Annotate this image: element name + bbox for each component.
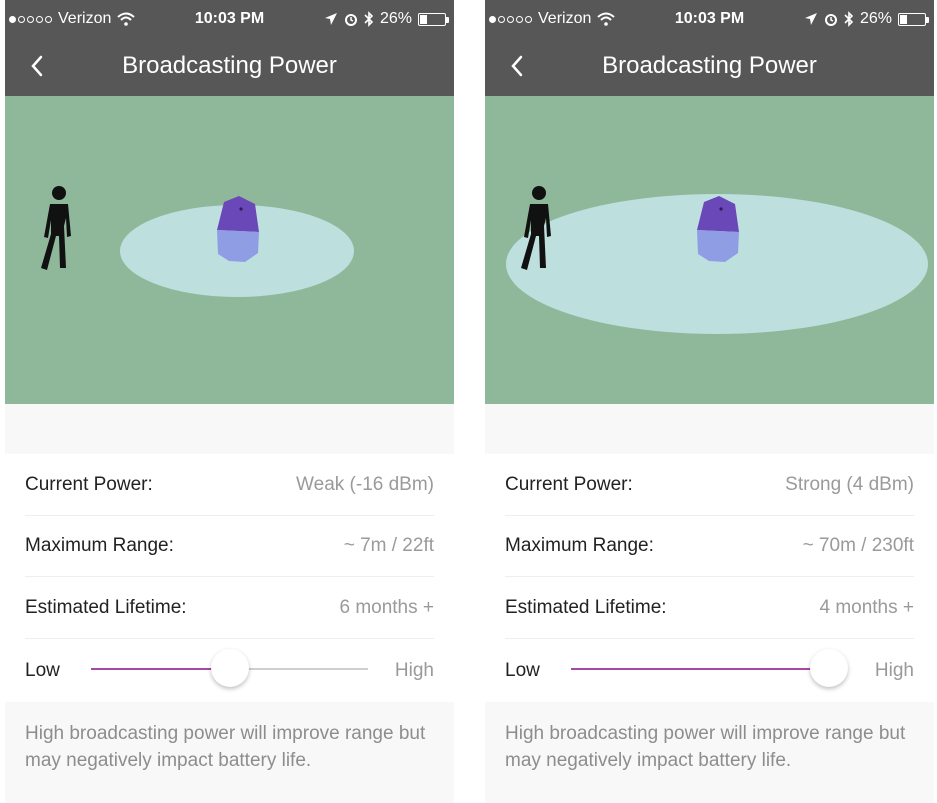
maximum-range-row: Maximum Range: ~ 70m / 230ft [505,516,914,577]
status-right-group: 26% [324,10,449,28]
range-visualization [5,96,454,404]
maximum-range-label: Maximum Range: [25,535,174,556]
slider-low-label: Low [25,660,60,681]
estimated-lifetime-value: 4 months + [819,597,914,618]
slider-thumb[interactable] [809,649,848,687]
estimated-lifetime-value: 6 months + [339,597,434,618]
bluetooth-icon [364,11,374,27]
battery-note: High broadcasting power will improve ran… [5,702,454,803]
battery-percent: 26% [859,10,892,27]
estimated-lifetime-label: Estimated Lifetime: [25,597,187,618]
power-slider[interactable] [91,649,368,687]
slider-low-label: Low [505,660,540,681]
alarm-icon [824,14,837,26]
location-arrow-icon [804,13,817,25]
maximum-range-row: Maximum Range: ~ 7m / 22ft [25,516,434,577]
slider-fill [571,668,829,670]
current-power-value: Strong (4 dBm) [785,474,914,495]
maximum-range-value: ~ 7m / 22ft [343,535,434,556]
nav-bar: Broadcasting Power [5,40,454,96]
phone-screen-strong: Verizon 10:03 PM 26% Broadcasting Power [485,0,934,803]
battery-icon [898,12,929,26]
phone-screen-weak: Verizon 10:03 PM 26% Broadcasting Power [5,0,454,803]
current-power-label: Current Power: [25,474,153,495]
location-arrow-icon [324,13,337,25]
battery-icon [418,12,449,26]
range-visualization [485,96,934,404]
battery-note: High broadcasting power will improve ran… [485,702,934,803]
power-slider-row: Low High [505,640,914,700]
maximum-range-value: ~ 70m / 230ft [802,535,914,556]
estimated-lifetime-row: Estimated Lifetime: 4 months + [505,578,914,639]
bluetooth-icon [844,11,854,27]
status-right-group: 26% [804,10,929,28]
estimated-lifetime-row: Estimated Lifetime: 6 months + [25,578,434,639]
beacon-icon [217,196,259,262]
slider-thumb[interactable] [210,649,249,687]
alarm-icon [344,14,357,26]
current-power-value: Weak (-16 dBm) [296,474,434,495]
status-bar: Verizon 10:03 PM 26% [5,0,454,40]
slider-high-label: High [874,660,914,681]
current-power-row: Current Power: Weak (-16 dBm) [25,455,434,516]
nav-bar: Broadcasting Power [485,40,934,96]
page-title: Broadcasting Power [602,52,817,79]
status-bar: Verizon 10:03 PM 26% [485,0,934,40]
current-power-row: Current Power: Strong (4 dBm) [505,455,914,516]
estimated-lifetime-label: Estimated Lifetime: [505,597,667,618]
beacon-icon [697,196,739,262]
power-slider[interactable] [571,649,848,687]
person-icon [41,186,71,270]
spacer [485,404,934,454]
battery-percent: 26% [379,10,412,27]
maximum-range-label: Maximum Range: [505,535,654,556]
spacer [5,404,454,454]
slider-high-label: High [394,660,434,681]
current-power-label: Current Power: [505,474,633,495]
page-title: Broadcasting Power [122,52,337,79]
power-slider-row: Low High [25,640,434,700]
slider-fill [91,668,230,670]
